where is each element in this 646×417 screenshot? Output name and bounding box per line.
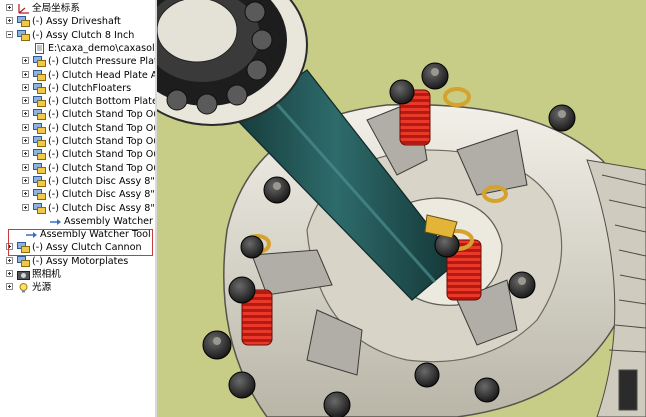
assembly-icon	[33, 82, 46, 94]
tree-item-label: (-) Clutch Bottom Plate as	[48, 96, 155, 108]
collapse-toggle[interactable]	[6, 30, 13, 38]
tree-item[interactable]: 光源	[0, 281, 155, 294]
tree-item-label: 全局坐标系	[32, 3, 80, 14]
tree-item[interactable]: 全局坐标系	[0, 2, 155, 15]
assembly-icon	[33, 202, 46, 214]
feature-tree-panel: 全局坐标系 (-) Assy Driveshaft (-) Assy Clutch …	[0, 0, 155, 417]
assembly-icon	[33, 175, 46, 187]
document-icon	[33, 42, 46, 54]
expand-toggle[interactable]	[22, 137, 29, 144]
tree-item-label: 照相机	[32, 269, 61, 280]
tree-item[interactable]: Assembly Watcher Tool	[0, 215, 155, 228]
tree-item-label: (-) Assy Clutch 8 Inch	[32, 29, 135, 41]
tree-item[interactable]: (-) Clutch Disc Assy 8"	[0, 188, 155, 201]
assembly-icon	[33, 162, 46, 174]
tree-item[interactable]: (-) Assy Driveshaft	[0, 15, 155, 28]
axis-icon	[17, 3, 30, 14]
tree-item-label: (-) Clutch Stand Top Oute	[48, 122, 155, 134]
expand-toggle[interactable]	[6, 270, 13, 277]
assembly-icon	[33, 136, 46, 147]
assembly-icon	[17, 29, 30, 41]
camera-icon	[17, 269, 30, 280]
expand-toggle[interactable]	[22, 150, 29, 158]
tree-item[interactable]: (-) Clutch Stand Top Oute	[0, 135, 155, 148]
assembly-icon	[33, 69, 46, 81]
tree-item-label: (-) Assy Driveshaft	[32, 16, 121, 28]
tree-item[interactable]: (-) Clutch Pressure Plate A	[0, 55, 155, 68]
tree-item[interactable]: (-) Clutch Bottom Plate as	[0, 95, 155, 108]
tree-item-label: Assembly Watcher Tool	[64, 215, 155, 227]
tree-item[interactable]: E:\caxa_demo\caxasolid\	[0, 42, 155, 55]
expand-toggle[interactable]	[6, 4, 13, 11]
tree-item[interactable]: (-) Clutch Stand Top Oute	[0, 162, 155, 175]
tree-item-label: E:\caxa_demo\caxasolid\	[48, 42, 155, 54]
tree-item[interactable]: (-) Assy Clutch 8 Inch	[0, 29, 155, 42]
expand-toggle[interactable]	[22, 190, 29, 198]
clutch-assembly-model[interactable]	[157, 0, 646, 417]
tree-item-label: (-) Clutch Disc Assy 8"	[48, 189, 155, 201]
tree-item[interactable]: (-) Clutch Disc Assy 8"	[0, 202, 155, 215]
tree-item-label: (-) ClutchFloaters	[48, 82, 132, 94]
watcher-tool-highlight-box	[8, 229, 153, 256]
tree-item-label: (-) Clutch Stand Top Oute	[48, 162, 155, 174]
expand-toggle[interactable]	[6, 17, 13, 25]
assembly-icon	[33, 149, 46, 161]
expand-toggle[interactable]	[22, 97, 29, 105]
tree-item-label: (-) Clutch Disc Assy 8"	[48, 175, 155, 187]
expand-toggle[interactable]	[6, 256, 13, 264]
tree-item[interactable]: 照相机	[0, 268, 155, 281]
assembly-icon	[33, 96, 46, 108]
expand-toggle[interactable]	[22, 57, 29, 65]
assembly-icon	[33, 56, 46, 68]
tree-item-label: (-) Assy Motorplates	[32, 255, 129, 267]
tree-item[interactable]: (-) Clutch Head Plate Assy	[0, 69, 155, 82]
expand-toggle[interactable]	[22, 163, 29, 171]
tree-item[interactable]: (-) Clutch Stand Top Oute	[0, 108, 155, 121]
assembly-icon	[17, 16, 30, 28]
tree-item[interactable]: (-) Clutch Disc Assy 8"	[0, 175, 155, 188]
tree-item[interactable]: (-) Clutch Stand Top Oute	[0, 148, 155, 161]
assembly-icon	[17, 255, 30, 267]
tree-item[interactable]: (-) ClutchFloaters	[0, 82, 155, 95]
assembly-icon	[33, 109, 46, 121]
tree-item-label: (-) Clutch Stand Top Oute	[48, 109, 155, 121]
expand-toggle[interactable]	[22, 176, 29, 184]
expand-toggle[interactable]	[22, 203, 29, 211]
expand-toggle[interactable]	[22, 70, 29, 78]
tree-item-label: (-) Clutch Head Plate Assy	[48, 69, 155, 81]
assembly-icon	[33, 122, 46, 134]
tree-item-label: (-) Clutch Stand Top Oute	[48, 149, 155, 161]
expand-toggle[interactable]	[22, 83, 29, 91]
expand-toggle[interactable]	[22, 110, 29, 118]
assembly-icon	[33, 189, 46, 201]
expand-toggle[interactable]	[6, 283, 13, 291]
tree-item-label: 光源	[32, 282, 52, 294]
3d-viewport[interactable]	[157, 0, 646, 417]
tree-item-label: (-) Clutch Pressure Plate A	[48, 56, 155, 68]
light-icon	[17, 282, 30, 293]
tree-item-label: (-) Clutch Stand Top Oute	[48, 136, 155, 147]
tree-item[interactable]: (-) Clutch Stand Top Oute	[0, 122, 155, 135]
tree-item[interactable]: (-) Assy Motorplates	[0, 255, 155, 268]
expand-toggle[interactable]	[22, 123, 29, 131]
watcher-tool-icon	[49, 216, 62, 227]
tree-item-label: (-) Clutch Disc Assy 8"	[48, 202, 155, 214]
